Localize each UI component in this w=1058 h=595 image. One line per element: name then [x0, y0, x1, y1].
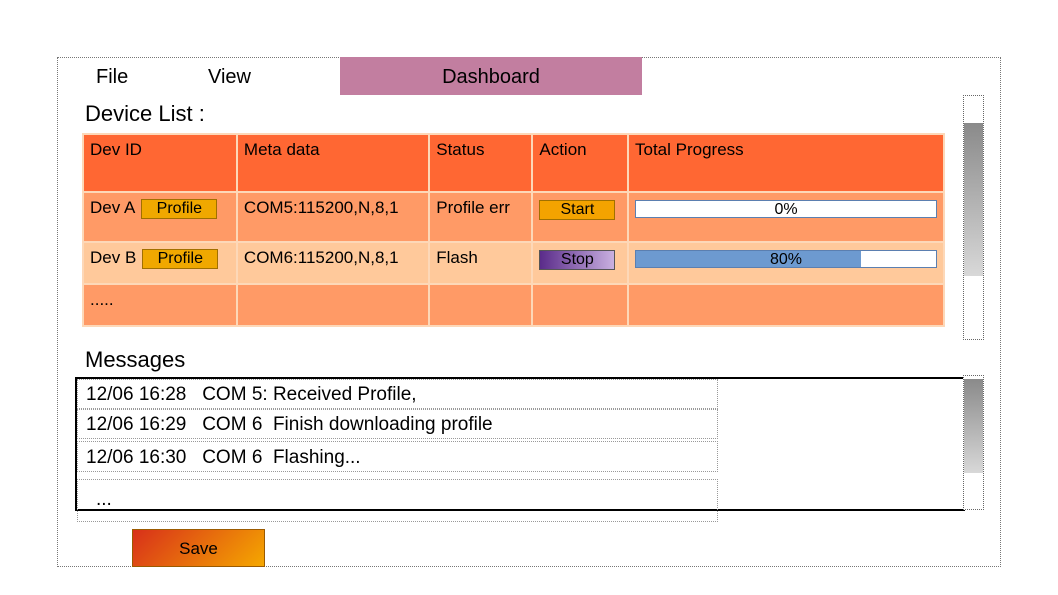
menu-file[interactable]: File	[96, 57, 128, 95]
status-cell: Profile err	[428, 191, 534, 243]
table-row: .....	[82, 283, 945, 327]
profile-button[interactable]: Profile	[141, 198, 218, 219]
progress-bar: 80%	[635, 250, 937, 268]
device-list-scroll-thumb[interactable]	[964, 123, 983, 276]
menu-bar: File View Dashboard	[57, 57, 1001, 95]
meta-cell: COM5:115200,N,8,1	[235, 191, 431, 243]
progress-bar: 0%	[635, 200, 937, 218]
menu-view[interactable]: View	[208, 57, 251, 95]
table-header-row: Dev ID Meta data Status Action Total Pro…	[82, 133, 945, 193]
column-header-progress: Total Progress	[627, 133, 945, 193]
dev-id-cell: Dev A Profile	[82, 191, 238, 243]
progress-label: 0%	[774, 201, 798, 218]
action-cell: Start	[531, 191, 629, 243]
progress-cell: 80%	[627, 241, 945, 285]
dev-id: Dev B	[90, 248, 137, 267]
meta-cell: COM6:115200,N,8,1	[235, 241, 431, 285]
messages-scroll-thumb[interactable]	[964, 379, 983, 473]
stop-button[interactable]: Stop	[539, 250, 616, 270]
messages-title: Messages	[85, 347, 186, 372]
column-header-dev-id: Dev ID	[82, 133, 238, 193]
column-header-status: Status	[428, 133, 534, 193]
message-item: 12/06 16:28 COM 5: Received Profile,	[77, 379, 718, 409]
more-rows-cell: .....	[82, 283, 238, 327]
messages-scrollbar[interactable]	[963, 375, 984, 510]
profile-button[interactable]: Profile	[142, 248, 219, 269]
column-header-meta: Meta data	[235, 133, 431, 193]
dev-id: Dev A	[90, 198, 136, 217]
action-cell: Stop	[531, 241, 629, 285]
table-row: Dev A Profile COM5:115200,N,8,1 Profile e…	[82, 191, 945, 243]
save-button[interactable]: Save	[132, 529, 265, 567]
device-table: Dev ID Meta data Status Action Total Pro…	[82, 133, 945, 327]
dev-id-cell: Dev B Profile	[82, 241, 238, 285]
progress-label: 80%	[769, 251, 803, 268]
message-item: 12/06 16:29 COM 6 Finish downloading pro…	[77, 409, 718, 439]
table-row: Dev B Profile COM6:115200,N,8,1 Flash Sto…	[82, 241, 945, 285]
progress-cell: 0%	[627, 191, 945, 243]
message-item: 12/06 16:30 COM 6 Flashing...	[77, 441, 718, 472]
message-more: ...	[77, 479, 718, 522]
status-cell: Flash	[428, 241, 534, 285]
device-list-scrollbar[interactable]	[963, 95, 984, 340]
column-header-action: Action	[531, 133, 629, 193]
tab-dashboard[interactable]: Dashboard	[340, 57, 642, 95]
start-button[interactable]: Start	[539, 200, 616, 220]
device-list-title: Device List :	[85, 101, 205, 126]
